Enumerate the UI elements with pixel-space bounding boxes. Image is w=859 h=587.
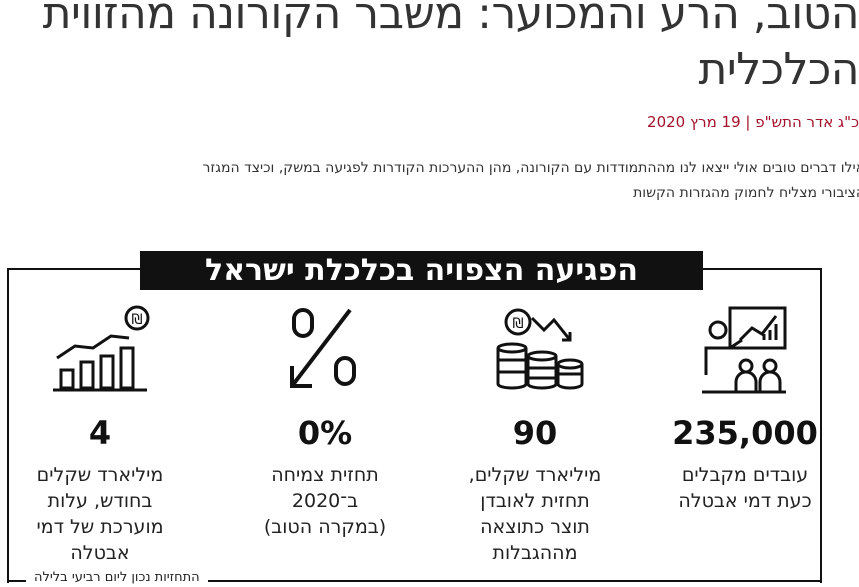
coins-down-icon: ₪: [496, 308, 584, 390]
stat-description: מיליארד שקלים, תחזית לאובדן תוצר כתוצאה …: [468, 464, 602, 564]
svg-text:₪: ₪: [132, 312, 143, 328]
lead-line-2: הציבורי מצליח לחמוק מהגזרות הקשות: [633, 185, 859, 201]
infographic-footnote: התחזיות נכון ליום רביעי בלילה: [26, 570, 208, 585]
article-dateline: כ"ג אדר התש"פ | 19 מרץ 2020: [647, 113, 859, 131]
title-line-2: הכלכלית: [698, 44, 859, 95]
svg-text:₪: ₪: [513, 316, 524, 332]
presentation-icon: [702, 306, 787, 394]
percent-down-icon: [290, 308, 356, 388]
stat-description: עובדים מקבלים כעת דמי אבטלה: [678, 464, 812, 512]
stat-value: 0%: [297, 414, 353, 452]
stat-growth-forecast: 0% תחזית צמיחה ב־2020 (במקרה הטוב): [235, 300, 415, 540]
stat-unemployment-cost: ₪ 4 מיליארד שקלים בחודש, עלות מוערכת של …: [10, 300, 190, 566]
infographic-heading: הפגיעה הצפויה בכלכלת ישראל: [140, 251, 703, 290]
stat-description: תחזית צמיחה ב־2020 (במקרה הטוב): [263, 464, 387, 538]
article-lead: אילו דברים טובים אולי ייצאו לנו מההתמודד…: [0, 156, 859, 206]
stat-unemployed: 235,000 עובדים מקבלים כעת דמי אבטלה: [655, 300, 835, 514]
stat-value: 4: [88, 414, 112, 452]
article-title: הטוב, הרע והמכוער: משבר הקורונה מהזווית …: [0, 0, 859, 98]
stat-gdp-loss: ₪ 90 מיליארד שקלים, תחזית לאובדן תוצר כת…: [445, 300, 625, 566]
stat-value: 235,000: [672, 414, 818, 452]
chart-up-icon: ₪: [53, 305, 150, 392]
stat-description: מיליארד שקלים בחודש, עלות מוערכת של דמי …: [36, 464, 164, 564]
stat-value: 90: [512, 414, 558, 452]
title-line-1: הטוב, הרע והמכוער: משבר הקורונה מהזווית: [42, 0, 859, 39]
lead-line-1: אילו דברים טובים אולי ייצאו לנו מההתמודד…: [202, 160, 859, 176]
